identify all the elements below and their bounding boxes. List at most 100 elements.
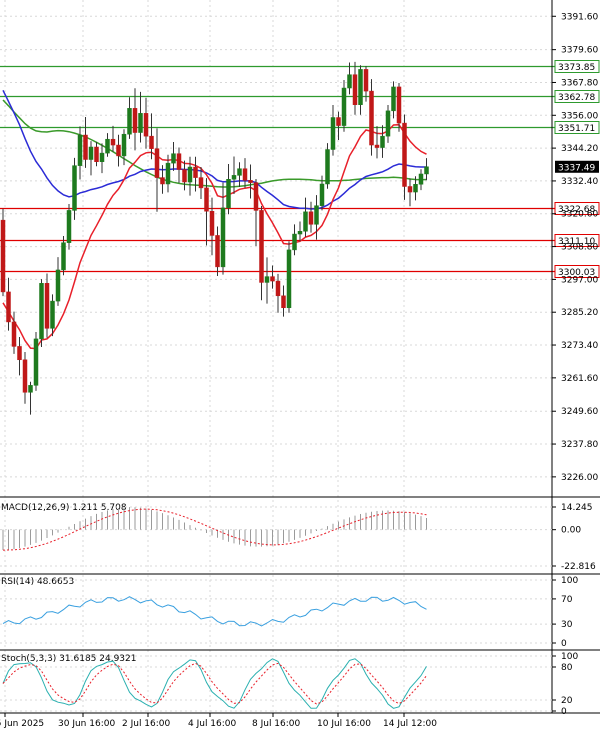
candle-body xyxy=(341,87,347,126)
candle-body xyxy=(231,175,237,180)
axis-tick-label: 30 xyxy=(561,620,573,630)
candle-body xyxy=(11,321,17,347)
price-tick-label: 3297.00 xyxy=(561,275,598,285)
candle-body xyxy=(116,144,121,157)
price-tick-label: 3273.40 xyxy=(561,341,598,351)
candle-body xyxy=(94,146,99,162)
candle-body xyxy=(138,113,143,133)
price-tick-label: 3379.60 xyxy=(561,46,598,56)
candle-body xyxy=(33,338,39,386)
price-tick-label: 3367.80 xyxy=(561,78,598,88)
price-tick-label: 3285.20 xyxy=(561,308,598,318)
candle-body xyxy=(237,168,242,176)
axis-tick-label: 100 xyxy=(561,576,578,586)
candle xyxy=(66,204,72,250)
candle-body xyxy=(6,291,11,323)
candle-body xyxy=(99,152,105,162)
candle-body xyxy=(165,162,171,185)
price-tick-label: 3308.80 xyxy=(561,243,598,253)
price-tick-label: 3261.60 xyxy=(561,374,598,384)
candle-body xyxy=(402,122,407,187)
candle-body xyxy=(50,300,55,329)
candle-body xyxy=(182,169,187,183)
time-tick-label: 4 Jul 16:00 xyxy=(188,719,237,729)
candle-body xyxy=(308,211,314,225)
candle-body xyxy=(127,108,132,135)
axis-tick-label: 0.00 xyxy=(561,526,581,536)
candle-body xyxy=(380,135,385,148)
candle-body xyxy=(314,205,319,225)
candle-body xyxy=(0,219,6,293)
price-tick-label: 3320.60 xyxy=(561,210,598,220)
level-label: 3373.85 xyxy=(558,63,595,73)
candle-body xyxy=(22,359,28,393)
candle-body xyxy=(55,269,61,302)
candle-body xyxy=(105,138,110,154)
candle-body xyxy=(72,165,77,211)
price-tick-label: 3356.00 xyxy=(561,111,598,121)
axis-tick-label: 100 xyxy=(561,652,578,662)
price-tick-label: 3344.20 xyxy=(561,144,598,154)
candle-body xyxy=(209,210,215,236)
candle-body xyxy=(418,173,424,185)
candle-body xyxy=(154,148,160,178)
time-tick-label: 30 Jun 16:00 xyxy=(58,719,115,729)
candle-body xyxy=(424,166,429,175)
candle-body xyxy=(347,74,352,89)
candle-body xyxy=(226,179,231,209)
chart-background xyxy=(0,0,600,731)
candle-body xyxy=(204,187,209,212)
level-label: 3351.71 xyxy=(558,124,595,134)
candle-body xyxy=(61,242,66,271)
axis-tick-label: 20 xyxy=(561,696,573,706)
candle-body xyxy=(77,134,83,166)
time-tick-label: 8 Jul 16:00 xyxy=(252,719,301,729)
candle-body xyxy=(44,283,50,329)
candle-body xyxy=(319,183,325,206)
price-tick-label: 3249.60 xyxy=(561,407,598,417)
axis-tick-label: 14.245 xyxy=(561,503,593,513)
candle-body xyxy=(270,276,275,282)
candle-body xyxy=(132,108,138,133)
axis-tick-label: 80 xyxy=(561,663,573,673)
candle-body xyxy=(248,180,253,183)
candle-body xyxy=(187,166,193,183)
price-tick-label: 3391.60 xyxy=(561,12,598,22)
candle-body xyxy=(110,138,116,146)
time-tick-label: 10 Jul 16:00 xyxy=(317,719,371,729)
candle-body xyxy=(275,280,281,297)
candle-body xyxy=(88,146,94,160)
candle-body xyxy=(325,149,330,185)
candle-body xyxy=(28,385,33,393)
last-price-tag: 3337.49 xyxy=(555,160,599,173)
candle-body xyxy=(242,168,248,181)
candle xyxy=(72,157,77,220)
candle-body xyxy=(352,74,358,105)
candle-body xyxy=(160,177,165,185)
candle-body xyxy=(149,135,154,149)
candle xyxy=(286,241,292,313)
candle-body xyxy=(292,233,297,251)
candle-body xyxy=(198,177,204,189)
candle-body xyxy=(374,144,380,148)
candle-body xyxy=(83,134,88,160)
candle-body xyxy=(363,69,369,92)
candle xyxy=(44,273,50,338)
candle xyxy=(325,143,330,189)
candle-body xyxy=(407,186,413,193)
price-tick-label: 3332.40 xyxy=(561,177,598,187)
candle xyxy=(33,331,39,391)
candle-body xyxy=(171,153,176,164)
candle-body xyxy=(385,110,391,137)
axis-tick-label: 0 xyxy=(561,639,567,649)
axis-tick-label: 70 xyxy=(561,595,573,605)
candle-body xyxy=(297,231,303,235)
candle-body xyxy=(215,235,220,268)
candle-body xyxy=(121,133,127,157)
candle-body xyxy=(253,182,259,211)
candle-body xyxy=(66,210,72,243)
candle-body xyxy=(391,86,396,112)
trading-chart: 3373.853362.783351.713322.683311.103300.… xyxy=(0,0,600,731)
candle-body xyxy=(17,346,22,361)
time-tick-label: 25 Jun 2025 xyxy=(0,719,44,729)
